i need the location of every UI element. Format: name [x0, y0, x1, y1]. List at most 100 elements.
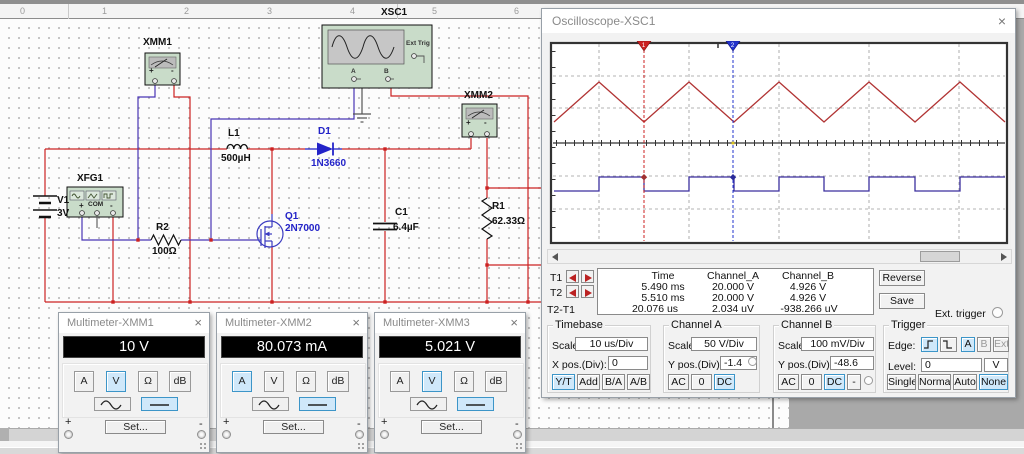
minus-terminal[interactable] [197, 430, 206, 439]
ac-mode-button[interactable] [252, 397, 289, 411]
dc-mode-button[interactable] [299, 397, 336, 411]
ohms-button[interactable]: Ω [138, 371, 158, 392]
volts-button[interactable]: V [264, 371, 284, 392]
label-xmm1[interactable]: XMM1 [143, 37, 172, 48]
label-c1-value[interactable]: 6.4µF [393, 222, 419, 233]
trigger-level-field[interactable]: 0 [921, 358, 982, 372]
channel-b-radio[interactable] [864, 376, 873, 385]
channel-a-ac-button[interactable]: AC [668, 374, 689, 390]
plus-terminal[interactable] [222, 430, 231, 439]
close-icon[interactable]: × [510, 315, 518, 330]
channel-a-zero-button[interactable]: 0 [691, 374, 712, 390]
label-l1-value[interactable]: 500µH [221, 153, 251, 164]
channel-a-dc-button[interactable]: DC [714, 374, 735, 390]
resize-grip[interactable] [357, 442, 365, 450]
trigger-unit-select[interactable]: V [984, 358, 1008, 372]
label-r1-value[interactable]: 62.33Ω [492, 216, 525, 227]
label-l1-ref[interactable]: L1 [228, 128, 240, 139]
trigger-b-button[interactable]: B [977, 337, 991, 352]
channel-b-minus-button[interactable]: - [847, 374, 861, 390]
trigger-ext-button[interactable]: Ext [993, 337, 1009, 352]
volts-button[interactable]: V [422, 371, 442, 392]
scope-scrollbar[interactable] [547, 249, 1012, 264]
label-v1-ref[interactable]: V1 [57, 195, 69, 206]
auto-button[interactable]: Auto [953, 374, 977, 390]
trigger-a-button[interactable]: A [961, 337, 975, 352]
t2-right-button[interactable] [581, 285, 594, 298]
multimeter-titlebar[interactable]: Multimeter-XMM1 [59, 313, 209, 333]
channel-a-radio[interactable] [748, 357, 757, 366]
set-button[interactable]: Set... [263, 420, 324, 434]
label-q1-value[interactable]: 2N7000 [285, 223, 320, 234]
label-xsc1[interactable]: XSC1 [381, 7, 407, 18]
channel-a-title: Channel A [669, 319, 724, 331]
ab-button[interactable]: A/B [627, 374, 650, 390]
close-icon[interactable]: × [194, 315, 202, 330]
amps-button[interactable]: A [232, 371, 252, 392]
minus-terminal[interactable] [513, 430, 522, 439]
label-c1-ref[interactable]: C1 [395, 207, 408, 218]
plus-terminal[interactable] [380, 430, 389, 439]
label-r2-ref[interactable]: R2 [156, 222, 169, 233]
falling-edge-button[interactable] [940, 337, 957, 352]
label-d1-ref[interactable]: D1 [318, 126, 331, 137]
normal-button[interactable]: Normal [918, 374, 951, 390]
label-v1-value[interactable]: 3V [57, 208, 69, 219]
add-button[interactable]: Add [577, 374, 600, 390]
db-button[interactable]: dB [169, 371, 191, 392]
t1-left-button[interactable] [566, 270, 579, 283]
resize-grip[interactable] [199, 442, 207, 450]
plus-terminal[interactable] [64, 430, 73, 439]
reverse-button[interactable]: Reverse [879, 270, 925, 286]
set-button[interactable]: Set... [421, 420, 482, 434]
single-button[interactable]: Single [887, 374, 916, 390]
label-q1-ref[interactable]: Q1 [285, 211, 298, 222]
yt-button[interactable]: Y/T [552, 374, 575, 390]
channel-b-scale-field[interactable]: 100 mV/Div [801, 337, 874, 351]
channel-a-scale-field[interactable]: 50 V/Div [691, 337, 757, 351]
multimeter-titlebar[interactable]: Multimeter-XMM3 [375, 313, 525, 333]
close-icon[interactable]: × [352, 315, 360, 330]
oscilloscope-titlebar[interactable]: Oscilloscope-XSC1 [542, 9, 1015, 33]
none-button[interactable]: None [979, 374, 1008, 390]
label-r2-value[interactable]: 100Ω [152, 246, 177, 257]
ac-mode-button[interactable] [94, 397, 131, 411]
ext-trigger-indicator[interactable] [992, 307, 1003, 318]
timebase-xpos-field[interactable]: 0 [608, 356, 648, 370]
ac-mode-button[interactable] [410, 397, 447, 411]
channel-b-dc-button[interactable]: DC [824, 374, 845, 390]
volts-button[interactable]: V [106, 371, 126, 392]
channel-b-zero-button[interactable]: 0 [801, 374, 822, 390]
amps-button[interactable]: A [390, 371, 410, 392]
label-xfg1[interactable]: XFG1 [77, 173, 103, 184]
resize-grip[interactable] [515, 442, 523, 450]
channel-a-group: Channel A Scale: 50 V/Div Y pos.(Div): -… [663, 319, 760, 393]
label-xmm2[interactable]: XMM2 [464, 90, 493, 101]
db-button[interactable]: dB [327, 371, 349, 392]
ohms-button[interactable]: Ω [454, 371, 474, 392]
scroll-left-icon[interactable] [552, 253, 558, 261]
channel-b-ac-button[interactable]: AC [778, 374, 799, 390]
channel-b-ypos-field[interactable]: -48.6 [830, 356, 874, 370]
dc-mode-button[interactable] [141, 397, 178, 411]
db-button[interactable]: dB [485, 371, 507, 392]
dc-mode-button[interactable] [457, 397, 494, 411]
multimeter-titlebar[interactable]: Multimeter-XMM2 [217, 313, 367, 333]
t2-left-button[interactable] [566, 285, 579, 298]
save-button[interactable]: Save [879, 293, 925, 309]
label-r1-ref[interactable]: R1 [492, 201, 505, 212]
scroll-thumb[interactable] [920, 251, 960, 262]
ohms-button[interactable]: Ω [296, 371, 316, 392]
rising-edge-button[interactable] [921, 337, 938, 352]
label-d1-value[interactable]: 1N3660 [311, 158, 346, 169]
ba-button[interactable]: B/A [602, 374, 625, 390]
set-button[interactable]: Set... [105, 420, 166, 434]
scroll-right-icon[interactable] [1001, 253, 1007, 261]
t1-right-button[interactable] [581, 270, 594, 283]
close-icon[interactable]: × [998, 13, 1006, 29]
scrollbar-corner [0, 428, 9, 441]
timebase-scale-field[interactable]: 10 us/Div [575, 337, 648, 351]
ruler-number: 1 [102, 6, 108, 16]
minus-terminal[interactable] [355, 430, 364, 439]
amps-button[interactable]: A [74, 371, 94, 392]
